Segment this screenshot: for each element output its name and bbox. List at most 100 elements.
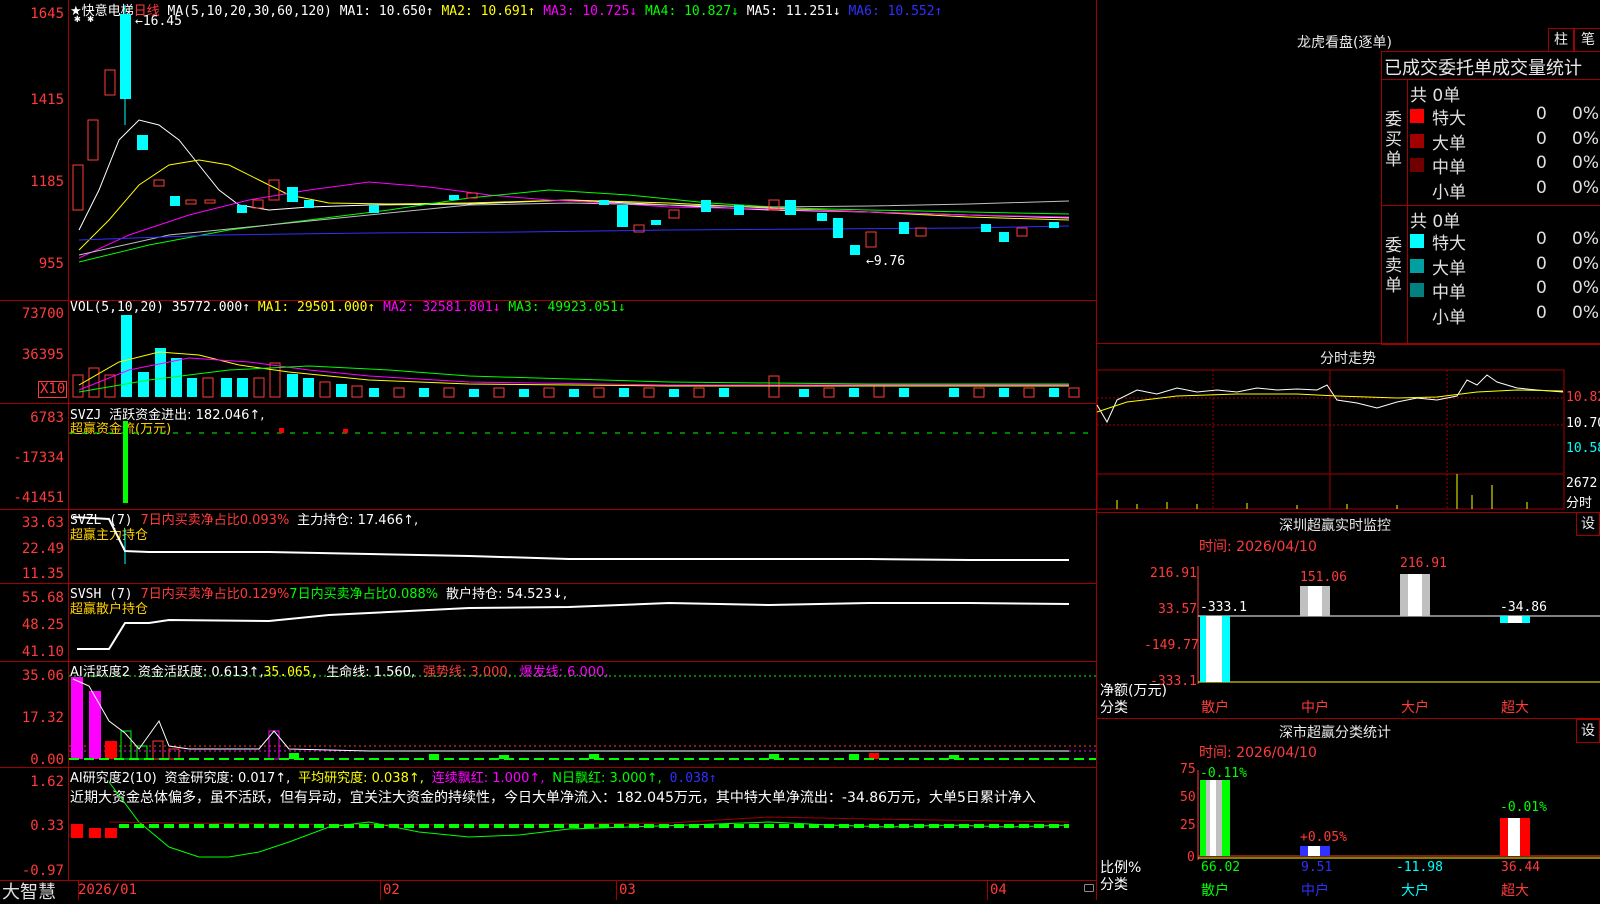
date-sep-1 <box>78 880 79 900</box>
class-xlabel: 分类 <box>1100 877 1128 893</box>
lock-icon[interactable] <box>1084 884 1094 892</box>
sell-order-count: 0 <box>1536 229 1547 249</box>
class-bottom-3: -11.98 <box>1396 860 1443 875</box>
dragon-mid-line <box>1381 205 1600 206</box>
sell-order-swatch <box>1410 283 1424 297</box>
class-axis-3: 25 <box>1180 818 1196 833</box>
vol-axis-2: 36395 <box>21 347 64 363</box>
sz-xlabel: 分类 <box>1100 700 1128 716</box>
sz-class-title: 深市超赢分类统计 <box>1279 725 1391 741</box>
buy-order-name: 大单 <box>1432 133 1466 154</box>
svzl-axis-3: 11.35 <box>21 566 64 582</box>
buy-order-name: 特大 <box>1432 109 1466 129</box>
svzj-axis-3: -41451 <box>13 490 64 506</box>
sell-order-pct: 0% <box>1572 278 1599 298</box>
buy-order-pct: 0% <box>1572 128 1599 149</box>
price-axis-4: 955 <box>38 256 64 272</box>
date-label-1: 2026/01 <box>78 882 138 898</box>
ai2-axis-3: -0.97 <box>21 863 64 879</box>
sell-order-name: 特大 <box>1432 234 1466 254</box>
sz-axis-2: 33.57 <box>1158 602 1198 617</box>
bar-view-button[interactable]: 柱 <box>1548 28 1574 52</box>
sz-monitor-title: 深圳超赢实时监控 <box>1279 518 1391 534</box>
date-bar <box>0 880 1096 901</box>
svzl-axis-2: 22.49 <box>21 541 64 557</box>
buy-order-swatch <box>1410 109 1424 123</box>
intraday-vol: 2672 <box>1566 476 1598 491</box>
ai1-axis-3: 0.00 <box>30 752 64 768</box>
app-logo: 大智慧 <box>2 882 56 903</box>
svsh-chart <box>77 601 1070 650</box>
sz-axis-3: -149.77 <box>1144 638 1199 653</box>
dragon-title: 龙虎看盘(逐单) <box>1297 35 1392 51</box>
price-chart[interactable] <box>69 0 1096 300</box>
class-bar-label-2: +0.05% <box>1300 830 1347 845</box>
date-label-3: 03 <box>619 882 636 898</box>
sz-bar-label-1: -333.1 <box>1200 600 1247 615</box>
intraday-title[interactable]: 分时走势 <box>1320 348 1376 368</box>
ai-research-chart <box>71 781 1070 858</box>
svsh-axis-1: 55.68 <box>21 590 64 606</box>
class-bar-label-4: -0.01% <box>1500 800 1547 815</box>
sz-cat-3: 大户 <box>1401 700 1429 716</box>
sz-cat-1: 散户 <box>1201 700 1229 716</box>
sell-order-row: 中单 0 0% <box>1410 278 1600 303</box>
class-bar-label-1: -0.11% <box>1200 766 1247 781</box>
class-cat-1: 散户 <box>1201 883 1229 899</box>
sell-order-swatch <box>1410 258 1424 273</box>
buy-order-count: 0 <box>1536 153 1547 173</box>
candles <box>72 5 1059 255</box>
intraday-chart[interactable] <box>1096 369 1565 510</box>
dragon-header-line <box>1381 79 1600 80</box>
buy-order-count: 0 <box>1536 104 1547 124</box>
sz-class-chart <box>1197 770 1600 860</box>
buy-order-name: 小单 <box>1432 182 1466 203</box>
svsh-axis-2: 48.25 <box>21 617 64 633</box>
sell-label: 委卖单 <box>1385 236 1402 296</box>
sell-order-name: 小单 <box>1432 307 1466 328</box>
date-sep-4 <box>987 880 988 900</box>
sell-order-row: 小单 0 0% <box>1410 302 1600 328</box>
class-bottom-1: 66.02 <box>1201 860 1241 875</box>
buy-order-row: 中单 0 0% <box>1410 153 1600 178</box>
sell-order-count: 0 <box>1536 278 1547 298</box>
dragon-col-line <box>1407 79 1408 343</box>
sz-monitor-time: 时间: 2026/04/10 <box>1199 539 1317 555</box>
intraday-vol-unit: 分时 <box>1566 496 1593 511</box>
svzl-axis-1: 33.63 <box>21 515 64 531</box>
dragon-header: 已成交委托单成交量统计 <box>1384 58 1582 79</box>
buy-order-pct: 0% <box>1572 177 1599 198</box>
tick-view-button[interactable]: 笔 <box>1574 28 1600 52</box>
sell-order-swatch <box>1410 234 1424 248</box>
buy-order-swatch <box>1410 182 1424 197</box>
buy-total: 共 0单 <box>1410 86 1461 106</box>
sz-bar-label-2: 151.06 <box>1300 570 1347 585</box>
ai1-axis-2: 17.32 <box>21 710 64 726</box>
intraday-axis-1: 10.82 <box>1566 390 1600 405</box>
vol-unit: X10 <box>38 381 68 398</box>
buy-order-row: 大单 0 0% <box>1410 128 1600 154</box>
buy-order-pct: 0% <box>1572 153 1599 173</box>
svzl-chart <box>72 516 1069 564</box>
class-axis-1: 75 <box>1180 762 1196 777</box>
sell-order-pct: 0% <box>1572 229 1599 249</box>
vol-axis-1: 73700 <box>21 306 64 322</box>
buy-order-pct: 0% <box>1572 104 1599 124</box>
intraday-axis-3: 10.58 <box>1566 441 1600 456</box>
price-axis-3: 1185 <box>30 174 64 190</box>
sz-axis-1: 216.91 <box>1150 566 1197 581</box>
sz-class-settings-button[interactable]: 设 <box>1576 719 1600 743</box>
sell-order-count: 0 <box>1536 302 1547 323</box>
sell-order-row: 特大 0 0% <box>1410 229 1600 254</box>
buy-order-row: 特大 0 0% <box>1410 104 1600 129</box>
ai2-axis-2: 0.33 <box>30 818 64 834</box>
volume-chart <box>72 315 1080 398</box>
class-bottom-2: 9.51 <box>1301 860 1333 875</box>
class-cat-4: 超大 <box>1501 883 1529 899</box>
ai1-axis-1: 35.06 <box>21 668 64 684</box>
class-axis-2: 50 <box>1180 790 1196 805</box>
class-axis-4: 0 <box>1187 850 1195 865</box>
sz-monitor-settings-button[interactable]: 设 <box>1576 512 1600 536</box>
price-axis-1: 1645 <box>30 6 64 22</box>
svsh-axis-3: 41.10 <box>21 644 64 660</box>
